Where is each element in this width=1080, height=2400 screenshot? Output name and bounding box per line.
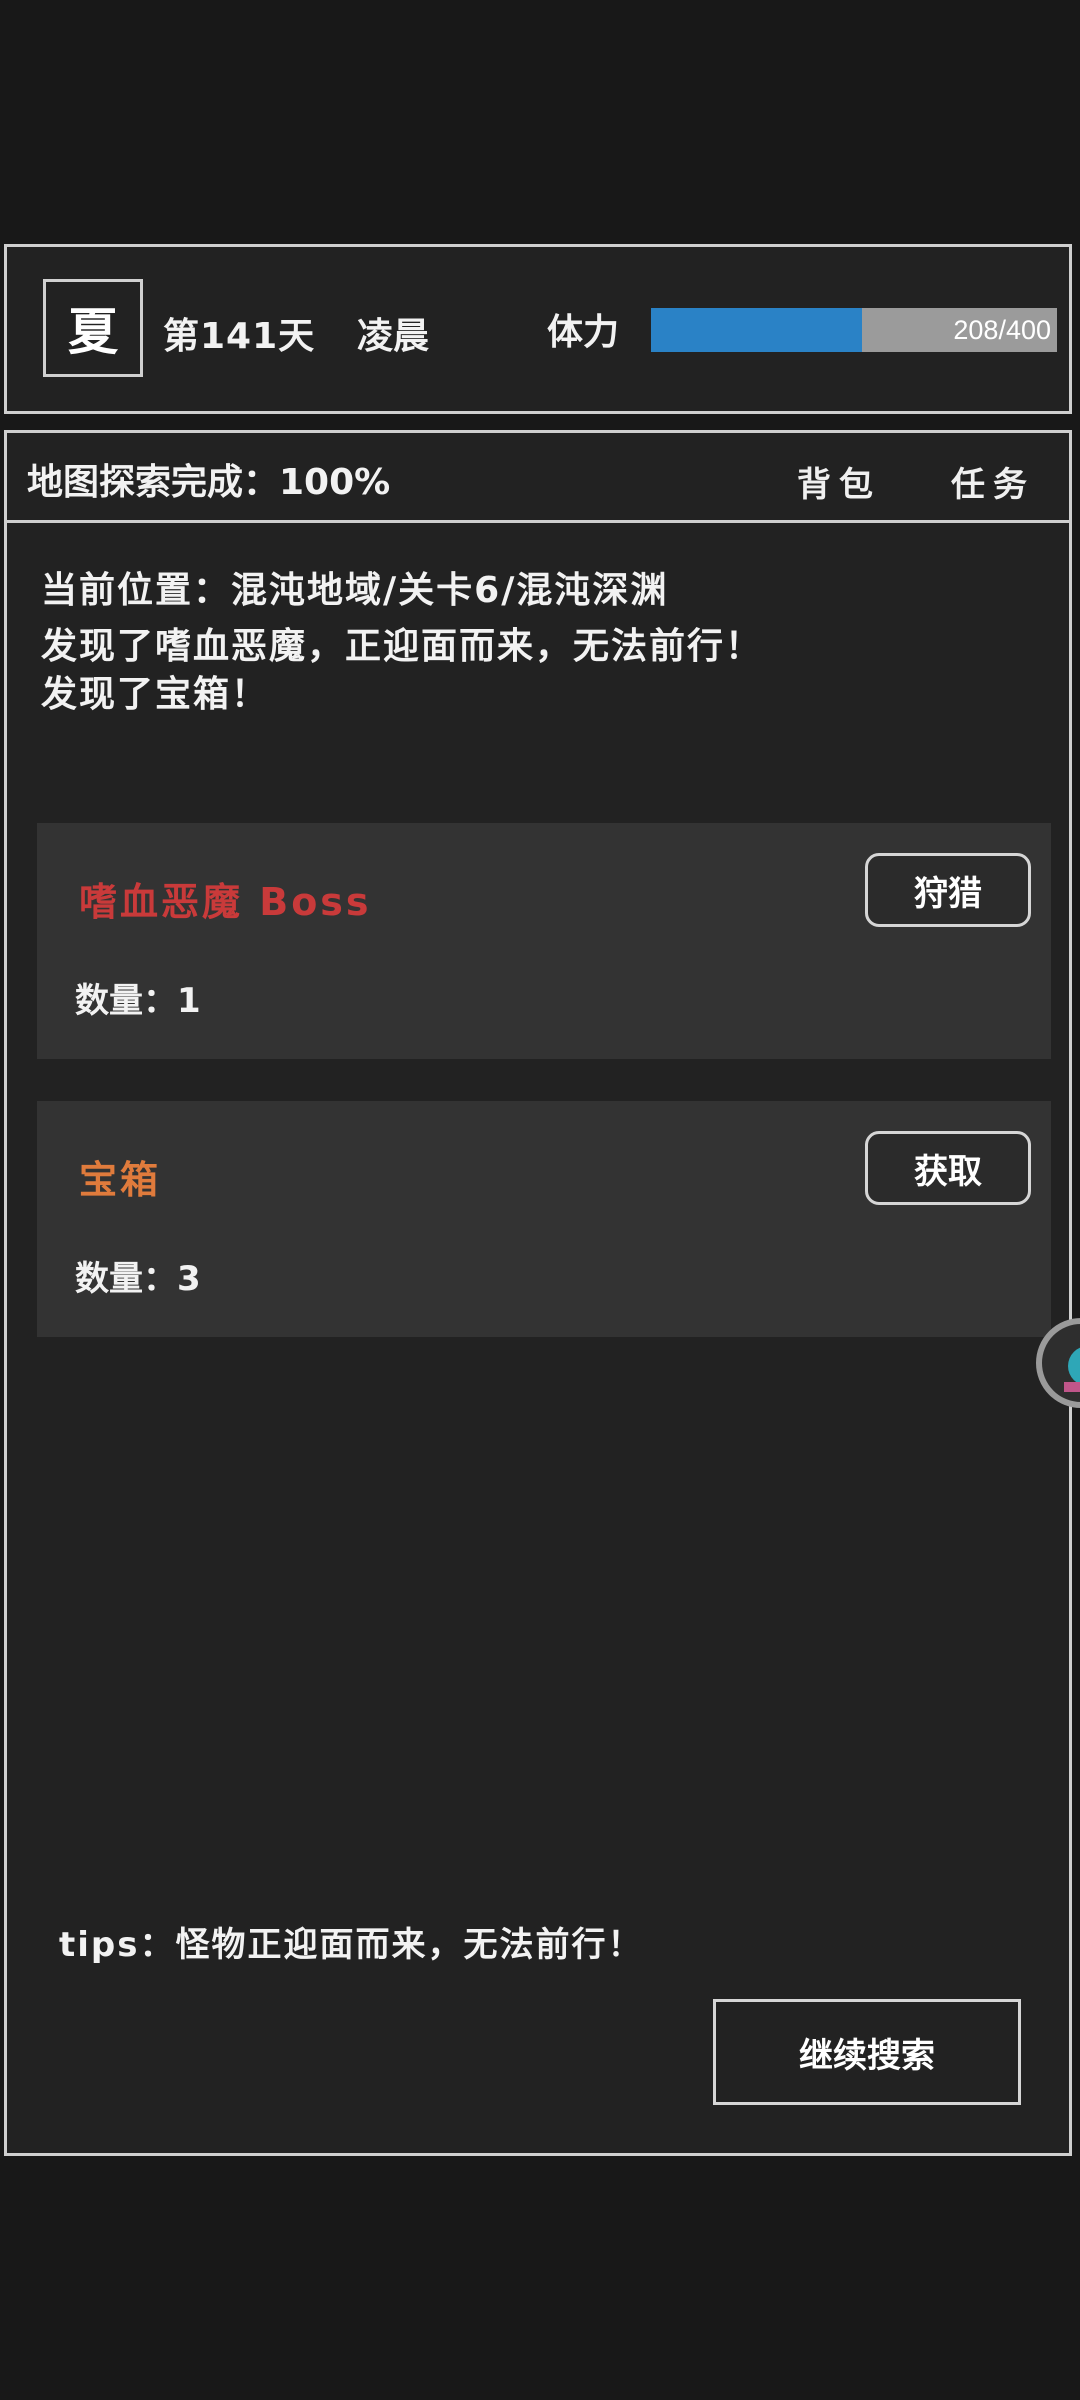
enemy-name: 嗜血恶魔 Boss: [79, 880, 372, 924]
treasure-name: 宝箱: [79, 1158, 162, 1202]
enemy-card: 嗜血恶魔 Boss 数量：1 狩猎: [37, 823, 1051, 1059]
location-line: 当前位置：混沌地域/关卡6/混沌深渊: [41, 570, 669, 611]
season-badge: 夏: [43, 279, 143, 377]
status-header: 夏 第141天 凌晨 体力 208/400: [4, 244, 1072, 414]
exploration-panel: 地图探索完成：100% 背包 任务 当前位置：混沌地域/关卡6/混沌深渊 发现了…: [4, 430, 1072, 2156]
bag-button[interactable]: 背包: [797, 457, 881, 506]
explore-progress: 地图探索完成：100%: [27, 462, 391, 503]
event-line: 发现了宝箱！: [41, 674, 270, 715]
stamina-bar: 208/400: [651, 308, 1057, 352]
stamina-fill: [651, 308, 863, 352]
bubble-accent: [1064, 1382, 1080, 1392]
bubble-core: [1068, 1346, 1080, 1386]
stamina-label: 体力: [547, 312, 620, 353]
day-counter: 第141天: [163, 316, 316, 357]
event-line: 发现了嗜血恶魔，正迎面而来，无法前行！: [41, 626, 764, 667]
exploration-topbar: 地图探索完成：100% 背包 任务: [7, 433, 1069, 523]
continue-search-button[interactable]: 继续搜索: [713, 1999, 1021, 2105]
game-screen: 夏 第141天 凌晨 体力 208/400 地图探索完成：100% 背包 任务 …: [0, 0, 1080, 2400]
hunt-button[interactable]: 狩猎: [865, 853, 1031, 927]
treasure-count: 数量：3: [75, 1259, 201, 1299]
treasure-card: 宝箱 数量：3 获取: [37, 1101, 1051, 1337]
enemy-count: 数量：1: [75, 981, 201, 1021]
time-of-day: 凌晨: [357, 316, 430, 357]
obtain-button[interactable]: 获取: [865, 1131, 1031, 1205]
tasks-button[interactable]: 任务: [951, 457, 1035, 506]
stamina-value: 208/400: [953, 315, 1051, 345]
tips-text: tips：怪物正迎面而来，无法前行！: [59, 1925, 644, 1965]
